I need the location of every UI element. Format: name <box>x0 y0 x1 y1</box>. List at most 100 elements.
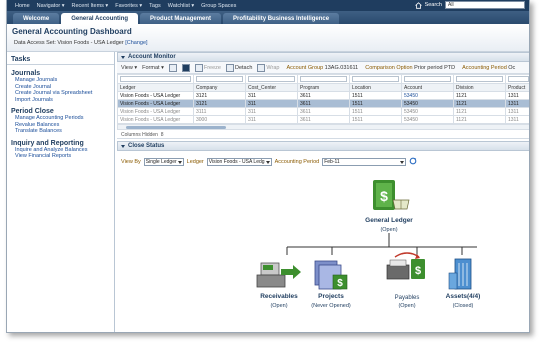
filter-input[interactable] <box>508 76 529 82</box>
table-row[interactable]: Vision Foods - USA Ledger 3000 311 3611 … <box>117 115 529 124</box>
filter-cell-division[interactable] <box>453 74 506 84</box>
table-cell: 311 <box>245 107 298 116</box>
tab-product-management[interactable]: Product Management <box>140 13 222 24</box>
home-icon[interactable] <box>414 1 422 9</box>
freeze-icon <box>194 63 203 72</box>
table-row[interactable]: Vision Foods - USA Ledger 3121 311 3611 … <box>117 91 529 100</box>
main-content: Account Monitor View ▾ Format ▾ Freeze D… <box>117 52 529 332</box>
filter-cell-ledger[interactable] <box>117 74 194 84</box>
table-cell: 3121 <box>193 99 246 108</box>
collapse-triangle-icon[interactable] <box>121 55 125 59</box>
table-row[interactable]: Vision Foods - USA Ledger 3111 311 3611 … <box>117 107 529 116</box>
column-header[interactable]: Company <box>193 83 246 92</box>
filter-cell-product[interactable] <box>505 74 529 84</box>
query-by-example-icon[interactable] <box>181 63 190 72</box>
assets-node[interactable]: Assets(4/4) (Closed) <box>429 253 497 317</box>
tab-general-accounting[interactable]: General Accounting <box>61 13 139 24</box>
horizontal-scrollbar[interactable] <box>117 124 529 130</box>
nav-navigator-menu[interactable]: Navigator ▾ <box>37 3 65 9</box>
table-row-selected[interactable]: Vision Foods - USA Ledger 3121 311 3611 … <box>117 99 529 108</box>
table-cell: 1311 <box>505 91 529 100</box>
assets-label: Assets(4/4) <box>445 293 481 300</box>
general-ledger-icon: $ <box>373 180 410 210</box>
nav-recent-items-menu[interactable]: Recent Items ▾ <box>72 3 109 9</box>
ledger-select[interactable]: Vision Foods - USA Ledg <box>206 158 272 166</box>
account-monitor-header[interactable]: Account Monitor <box>117 52 529 62</box>
filter-input[interactable] <box>120 76 191 82</box>
scrollbar-thumb[interactable] <box>126 126 226 129</box>
nav-home-link[interactable]: Home <box>15 3 30 9</box>
account-link[interactable]: 53450 <box>401 115 454 124</box>
column-header[interactable]: Location <box>349 83 402 92</box>
filter-cell-cost-center[interactable] <box>245 74 298 84</box>
period-select[interactable]: Feb-11 <box>322 158 407 166</box>
table-cell: 3611 <box>297 115 350 124</box>
assets-status: (Closed) <box>452 303 474 309</box>
general-ledger-node[interactable]: $ General Ledger (Open) <box>363 176 415 248</box>
ledger-value: Vision Foods - USA Ledg <box>208 159 265 165</box>
filter-cell-account[interactable] <box>401 74 454 84</box>
search-label: Search <box>424 2 442 8</box>
task-translate-balances[interactable]: Translate Balances <box>15 128 114 135</box>
export-icon[interactable] <box>168 63 177 72</box>
search-input[interactable]: All <box>445 1 525 9</box>
nav-group-spaces-link[interactable]: Group Spaces <box>201 3 236 9</box>
header-row: Ledger Company Cost_Center Program Locat… <box>117 83 529 92</box>
global-search-area: Search All <box>414 1 525 9</box>
view-by-select[interactable]: Single Ledger <box>143 158 184 166</box>
comparison-option-value: Prior period PTD <box>414 64 456 71</box>
column-header[interactable]: Product <box>505 83 529 92</box>
account-group-filter[interactable]: Account Group 13AG.031611 <box>286 65 358 71</box>
refresh-icon[interactable] <box>409 157 417 167</box>
filter-cell-location[interactable] <box>349 74 402 84</box>
column-header[interactable]: Cost_Center <box>245 83 298 92</box>
filter-cell-program[interactable] <box>297 74 350 84</box>
account-monitor-title: Account Monitor <box>128 54 176 60</box>
account-link[interactable]: 53450 <box>401 91 454 100</box>
column-header[interactable]: Account <box>401 83 454 92</box>
svg-text:$: $ <box>380 188 388 204</box>
table-cell: 1511 <box>349 99 402 108</box>
comparison-option-filter[interactable]: Comparison Option Prior period PTD <box>365 65 455 71</box>
chevron-down-icon <box>265 160 270 164</box>
tab-profitability-bi[interactable]: Profitability Business Intelligence <box>223 13 340 24</box>
filter-input[interactable] <box>300 76 347 82</box>
close-status-header[interactable]: Close Status <box>117 141 529 151</box>
account-link[interactable]: 53450 <box>401 99 454 108</box>
task-view-financial-reports[interactable]: View Financial Reports <box>15 153 114 160</box>
filter-input[interactable] <box>248 76 295 82</box>
table-cell: 311 <box>245 91 298 100</box>
freeze-button[interactable]: Freeze <box>194 63 221 72</box>
filter-input[interactable] <box>196 76 243 82</box>
accounting-period-label: Accounting Period <box>462 64 507 71</box>
filter-row <box>117 74 529 84</box>
page-title: General Accounting Dashboard <box>12 27 132 36</box>
nav-favorites-menu[interactable]: Favorites ▾ <box>115 3 142 9</box>
task-import-journals[interactable]: Import Journals <box>15 97 114 104</box>
column-header[interactable]: Program <box>297 83 350 92</box>
filter-input[interactable] <box>352 76 399 82</box>
account-link[interactable]: 53450 <box>401 107 454 116</box>
filter-input[interactable] <box>404 76 451 82</box>
period-label: Accounting Period <box>274 159 320 165</box>
accounting-period-filter[interactable]: Accounting Period Oc <box>462 65 515 71</box>
nav-watchlist-menu[interactable]: Watchlist ▾ <box>168 3 194 9</box>
collapse-triangle-icon[interactable] <box>121 144 125 148</box>
general-ledger-status: (Open) <box>380 227 398 233</box>
tab-welcome[interactable]: Welcome <box>13 13 60 24</box>
filter-input[interactable] <box>456 76 503 82</box>
column-header[interactable]: Ledger <box>117 83 194 92</box>
data-access-label: Data Access Set: <box>14 40 56 46</box>
chevron-down-icon <box>177 160 182 164</box>
hidden-columns-count: 8 <box>160 132 164 138</box>
table-cell: 1311 <box>505 115 529 124</box>
change-access-link[interactable]: [Change] <box>125 40 147 46</box>
wrap-button[interactable]: Wrap <box>257 63 279 72</box>
view-menu[interactable]: View ▾ <box>121 65 137 71</box>
filter-cell-company[interactable] <box>193 74 246 84</box>
format-menu[interactable]: Format ▾ <box>142 65 164 71</box>
detach-button[interactable]: Detach <box>225 63 252 72</box>
nav-tags-link[interactable]: Tags <box>149 3 161 9</box>
column-header[interactable]: Division <box>453 83 506 92</box>
projects-node[interactable]: $ Projects (Never Opened) <box>297 253 365 317</box>
